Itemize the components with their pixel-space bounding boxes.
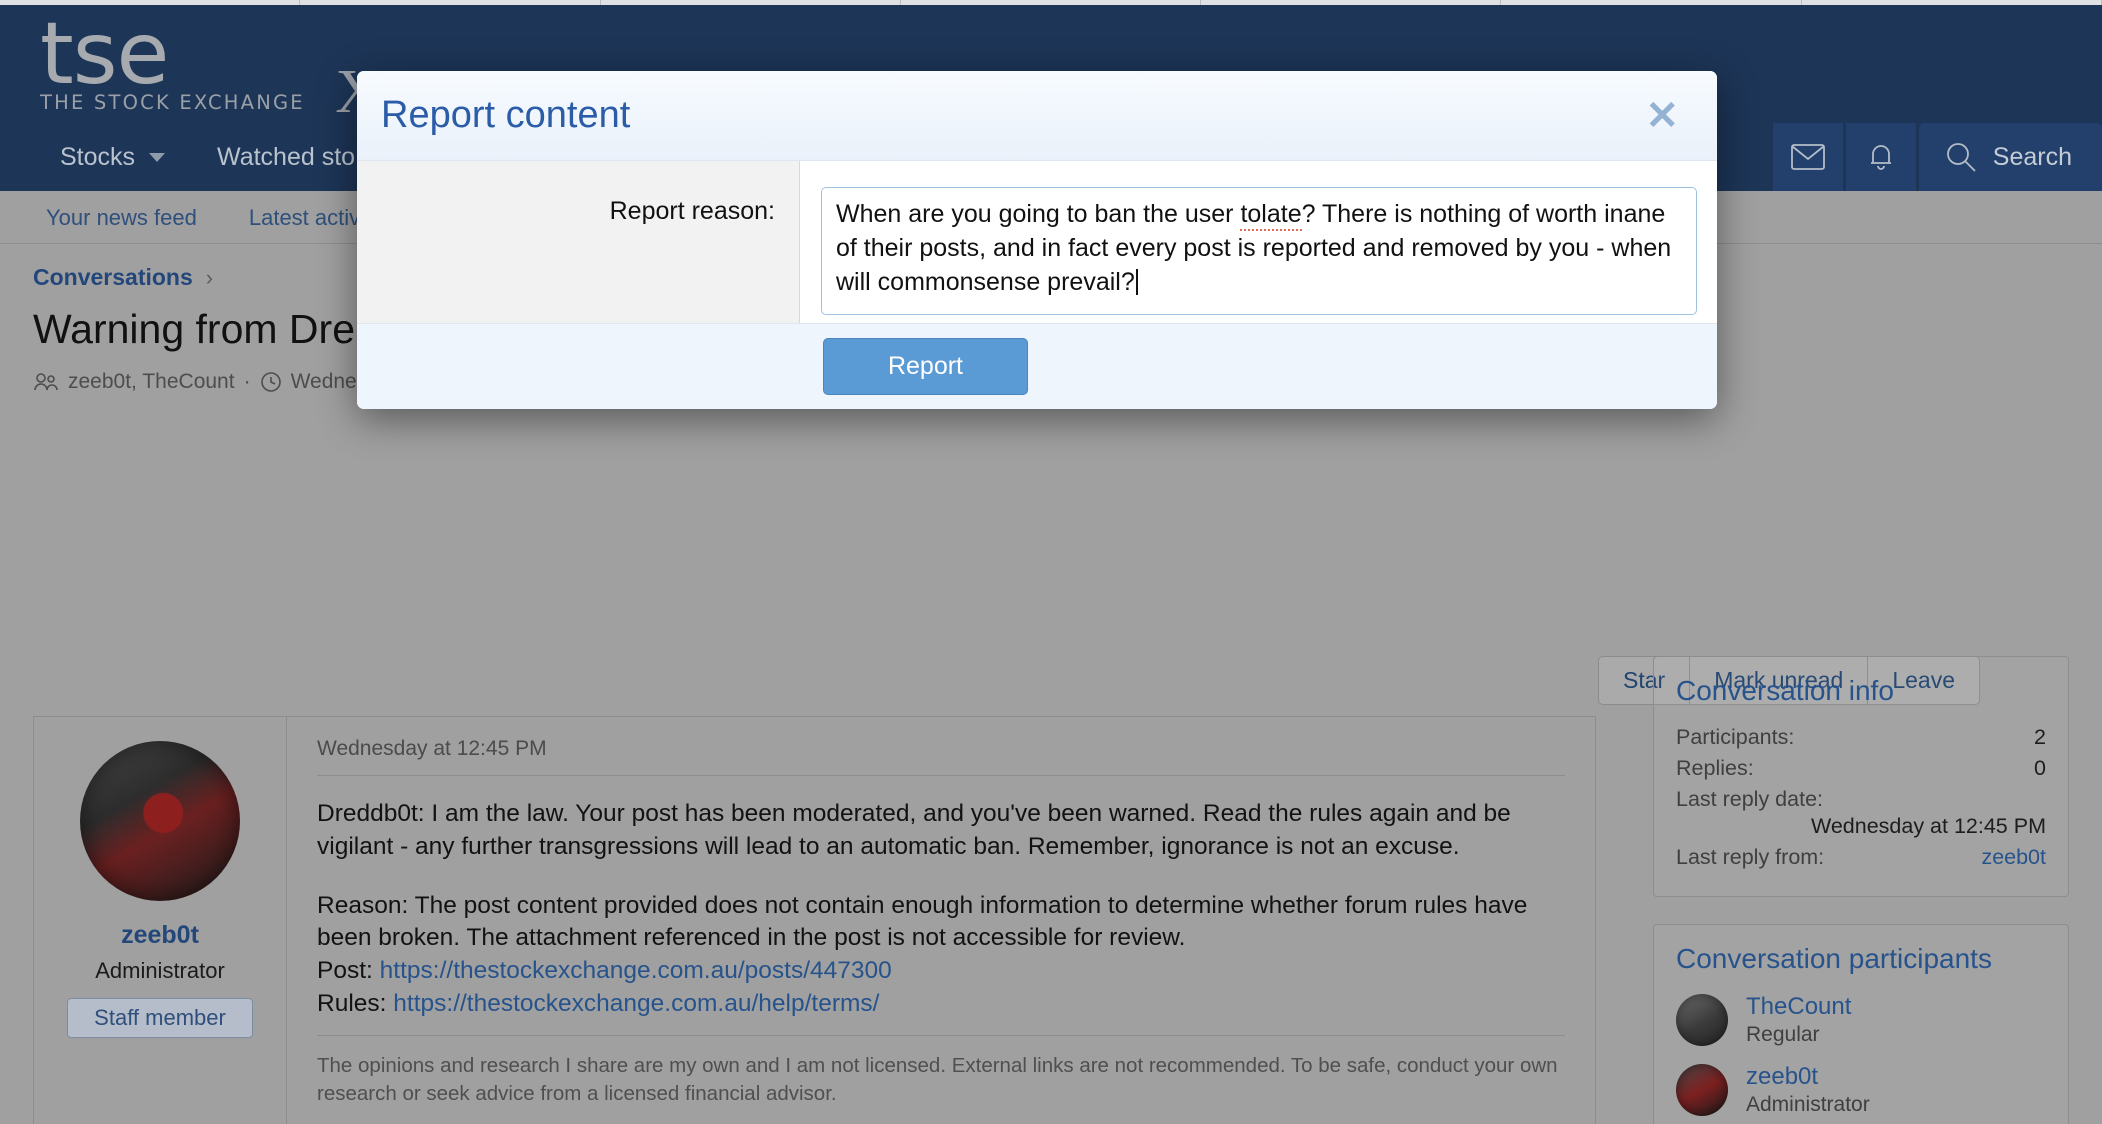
text-cursor <box>1135 269 1138 295</box>
dialog-title: Report content <box>381 94 631 136</box>
close-icon[interactable]: ✕ <box>1645 96 1679 136</box>
dialog-label-column: Report reason: <box>357 161 800 323</box>
dialog-header: Report content ✕ <box>357 71 1717 161</box>
dialog-footer: Report <box>357 323 1717 409</box>
report-reason-label: Report reason: <box>609 197 775 225</box>
dialog-body: Report reason: When are you going to ban… <box>357 161 1717 323</box>
report-content-dialog: Report content ✕ Report reason: When are… <box>357 71 1717 409</box>
misspelled-word: tolate <box>1240 200 1302 231</box>
report-reason-input[interactable]: When are you going to ban the user tolat… <box>821 187 1697 315</box>
textarea-line1-part2: ? There is nothing of worth <box>1301 200 1598 228</box>
textarea-line1-part1: When are you going to ban the user <box>836 200 1241 228</box>
screen: tse THE STOCK EXCHANGE X Stocks Watched … <box>0 0 2102 1124</box>
report-submit-button[interactable]: Report <box>823 338 1028 395</box>
dialog-field-column: When are you going to ban the user tolat… <box>800 161 1717 323</box>
